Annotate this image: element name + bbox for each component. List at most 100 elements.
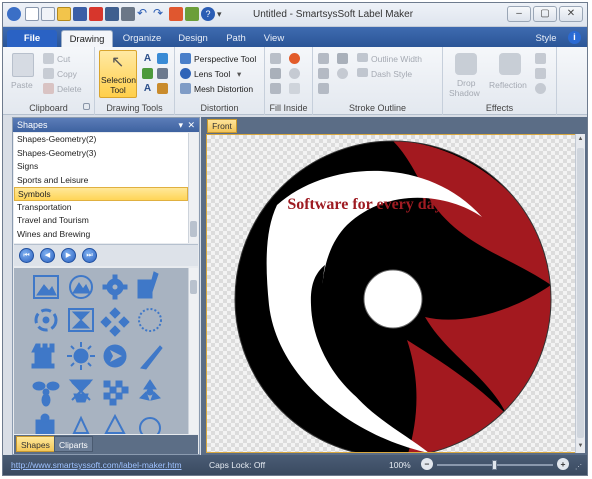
help-icon[interactable]: ?	[201, 7, 215, 21]
lens-tool-button[interactable]: Lens Tool	[194, 69, 230, 79]
trophy-x-symbol[interactable]	[68, 379, 94, 403]
node-tool-icon[interactable]	[142, 68, 153, 79]
next-page-icon[interactable]: ▶	[61, 248, 76, 263]
fill-none-icon[interactable]	[289, 83, 300, 94]
undo-icon[interactable]: ↶	[137, 7, 151, 21]
drop-shadow-label-line2[interactable]: Shadow	[449, 88, 480, 98]
dash-style-button[interactable]: Dash Style	[371, 69, 412, 79]
radiation-symbol[interactable]	[139, 379, 161, 401]
fill-pattern-icon[interactable]	[289, 68, 300, 79]
panel-close-icon[interactable]: ✕	[187, 118, 195, 132]
checkerboard-symbol[interactable]	[103, 380, 129, 406]
shape-category-list[interactable]: Shapes-Geometry(2) Shapes-Geometry(3) Sign…	[14, 133, 188, 243]
dialog-launcher-icon[interactable]	[83, 103, 90, 110]
insert-image-icon[interactable]	[169, 7, 183, 21]
landscape-frame-symbol[interactable]	[33, 275, 59, 299]
previous-page-icon[interactable]: ◀	[40, 248, 55, 263]
scroll-up-icon[interactable]: ▲	[577, 136, 584, 144]
tab-cliparts[interactable]: Cliparts	[54, 436, 93, 452]
cut-button[interactable]: Cut	[57, 54, 70, 64]
tab-design[interactable]: Design	[173, 30, 213, 47]
export-pdf-icon[interactable]	[89, 7, 103, 21]
maximize-button[interactable]: ▢	[533, 6, 557, 22]
minimize-button[interactable]: –	[507, 6, 531, 22]
list-item[interactable]: Symbols	[14, 187, 188, 201]
paste-button[interactable]: Paste	[11, 80, 33, 90]
zoom-out-icon[interactable]: −	[421, 458, 433, 470]
pencil-cup-symbol[interactable]	[137, 271, 159, 299]
open-folder-icon[interactable]	[57, 7, 71, 21]
panel-menu-icon[interactable]: ▾	[178, 118, 183, 132]
puzzle-piece-symbol[interactable]	[35, 413, 55, 434]
fill-picker-icon[interactable]	[289, 53, 300, 64]
shop-cart-icon[interactable]	[185, 7, 199, 21]
selection-tool-button[interactable]: ↖ Selection Tool	[99, 50, 137, 98]
print-preview-icon[interactable]	[105, 7, 119, 21]
effect-option-3-icon[interactable]	[535, 83, 546, 94]
fill-color-icon[interactable]	[270, 53, 281, 64]
mesh-distortion-button[interactable]: Mesh Distortion	[194, 84, 253, 94]
info-icon[interactable]: i	[568, 31, 581, 44]
tab-shapes[interactable]: Shapes	[16, 436, 55, 452]
close-button[interactable]: ✕	[559, 6, 583, 22]
list-item[interactable]: Sports and Leisure	[14, 174, 188, 188]
website-link[interactable]: http://www.smartsyssoft.com/label-maker.…	[11, 460, 182, 470]
label-text[interactable]: Software for every day	[287, 196, 442, 213]
stroke-join-icon[interactable]	[318, 68, 329, 79]
open-circle-symbol[interactable]	[139, 417, 161, 434]
biohazard-symbol[interactable]	[34, 308, 58, 332]
fill-gradient-icon[interactable]	[270, 68, 281, 79]
recycle-arrows-symbol[interactable]	[72, 415, 90, 434]
image-tool-icon[interactable]	[157, 53, 168, 64]
direction-circle-symbol[interactable]	[103, 344, 127, 368]
curved-text-icon[interactable]: A	[142, 83, 153, 94]
list-item[interactable]: Transportation	[14, 201, 188, 215]
tab-organize[interactable]: Organize	[117, 30, 167, 47]
tab-path[interactable]: Path	[221, 30, 251, 47]
canvas-vertical-scrollbar[interactable]: ▲ ▼	[575, 134, 585, 453]
perspective-tool-button[interactable]: Perspective Tool	[194, 54, 256, 64]
lens-dropdown-icon[interactable]: ▾	[237, 69, 241, 80]
save-icon[interactable]	[73, 7, 87, 21]
gallery-scrollbar[interactable]	[188, 268, 198, 434]
first-page-icon[interactable]: ⏮	[19, 248, 34, 263]
print-icon[interactable]	[121, 7, 135, 21]
app-logo-icon[interactable]	[7, 7, 21, 21]
new-from-template-icon[interactable]	[41, 7, 55, 21]
hand-triangle-symbol[interactable]	[104, 413, 126, 434]
stroke-color-icon[interactable]	[318, 53, 329, 64]
list-item[interactable]: Shapes-Geometry(2)	[14, 133, 188, 147]
mountain-circle-symbol[interactable]	[69, 275, 93, 299]
dotted-circle-symbol[interactable]	[138, 308, 162, 332]
copy-button[interactable]: Copy	[57, 69, 77, 79]
tab-view[interactable]: View	[259, 30, 289, 47]
diamond-cluster-symbol[interactable]	[100, 307, 130, 337]
delete-button[interactable]: Delete	[57, 84, 82, 94]
hourglass-frame-symbol[interactable]	[68, 308, 94, 332]
last-page-icon[interactable]: ⏭	[82, 248, 97, 263]
scroll-down-icon[interactable]: ▼	[577, 443, 584, 451]
tab-drawing[interactable]: Drawing	[61, 30, 113, 47]
knife-blade-symbol[interactable]	[140, 345, 163, 370]
customize-toolbar-icon[interactable]: ▾	[217, 7, 231, 21]
drop-shadow-label-line1[interactable]: Drop	[457, 78, 475, 88]
tab-front[interactable]: Front	[207, 119, 237, 133]
castle-rook-symbol[interactable]	[31, 343, 55, 369]
list-item[interactable]: Shapes-Geometry(3)	[14, 147, 188, 161]
effect-option-2-icon[interactable]	[535, 68, 546, 79]
sun-symbol[interactable]	[67, 342, 95, 370]
effect-option-1-icon[interactable]	[535, 53, 546, 64]
gear-symbol[interactable]	[102, 274, 128, 300]
new-file-icon[interactable]	[25, 7, 39, 21]
pen-tool-icon[interactable]	[157, 83, 168, 94]
category-scrollbar[interactable]	[188, 133, 198, 243]
gallery-scroll-thumb[interactable]	[190, 280, 197, 294]
list-item[interactable]: Wines and Brewing	[14, 228, 188, 242]
canvas-scroll-thumb[interactable]	[577, 148, 584, 438]
tab-file[interactable]: File	[7, 30, 57, 47]
stroke-cap-icon[interactable]	[337, 68, 348, 79]
zoom-slider-thumb[interactable]	[492, 460, 497, 470]
zoom-in-icon[interactable]: +	[557, 458, 569, 470]
style-menu[interactable]: Style	[531, 30, 561, 47]
list-item[interactable]: Travel and Tourism	[14, 214, 188, 228]
